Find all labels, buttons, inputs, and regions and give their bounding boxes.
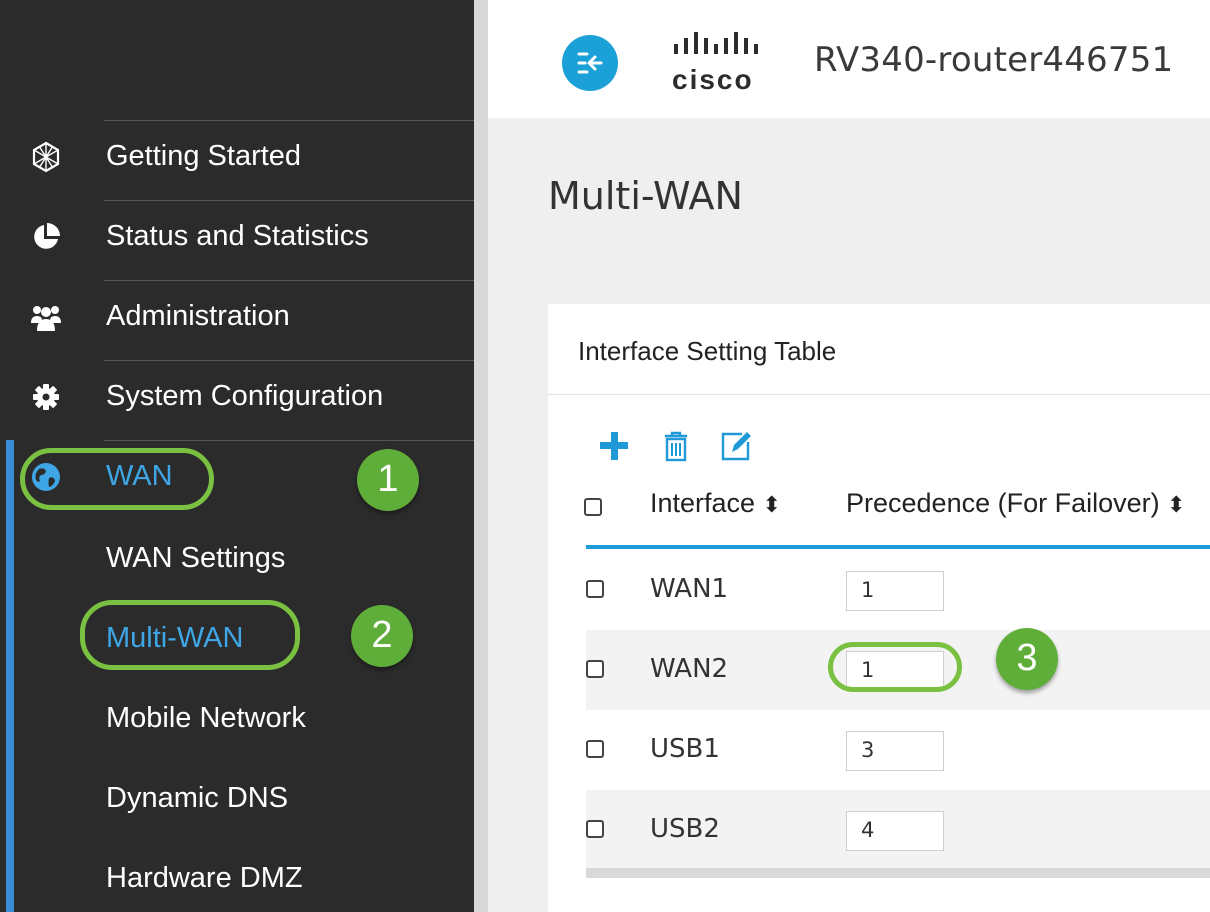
edit-icon[interactable] <box>718 428 754 464</box>
column-label: Interface <box>650 488 756 518</box>
sort-icon[interactable]: ⬍ <box>763 493 781 518</box>
page-title: Multi-WAN <box>548 174 743 218</box>
sidebar-item-label: Administration <box>106 300 290 332</box>
sort-icon[interactable]: ⬍ <box>1167 493 1185 518</box>
column-header-precedence[interactable]: Precedence (For Failover) ⬍ <box>846 488 1186 519</box>
row-interface: USB1 <box>650 734 720 764</box>
sidebar-subitem-mobile-network[interactable]: Mobile Network <box>106 702 306 735</box>
collapse-arrow-icon <box>577 52 603 74</box>
sidebar-item-system-configuration[interactable]: System Configuration <box>0 370 474 426</box>
table-bottom-bar <box>586 868 1210 878</box>
sidebar-item-label: Status and Statistics <box>106 220 369 252</box>
sidebar-scrollbar[interactable] <box>474 0 488 912</box>
highlight-ring-wan2-precedence <box>828 642 962 692</box>
sidebar-item-label: Getting Started <box>106 140 302 172</box>
highlight-ring-wan <box>20 448 214 510</box>
table-row: USB1 3 <box>586 710 1210 790</box>
gear-icon <box>33 384 59 410</box>
sidebar-divider <box>104 360 474 361</box>
row-checkbox[interactable] <box>586 580 604 598</box>
table-row: USB2 4 <box>586 790 1210 870</box>
column-header-interface[interactable]: Interface ⬍ <box>650 488 781 519</box>
row-checkbox[interactable] <box>586 660 604 678</box>
trash-icon[interactable] <box>658 428 694 464</box>
collapse-menu-button[interactable] <box>562 35 618 91</box>
sidebar-divider <box>104 280 474 281</box>
globe-mesh-icon <box>32 141 60 173</box>
column-label: Precedence (For Failover) <box>846 488 1160 518</box>
card-title: Interface Setting Table <box>578 336 837 366</box>
users-icon <box>31 306 61 331</box>
row-interface: WAN1 <box>650 574 729 604</box>
table-header-rule <box>586 545 1210 549</box>
row-interface: WAN2 <box>650 654 729 684</box>
sidebar-subitem-wan-settings[interactable]: WAN Settings <box>106 542 285 575</box>
card-divider <box>548 394 1210 395</box>
sidebar-divider <box>104 120 474 121</box>
table-row: WAN1 1 <box>586 550 1210 630</box>
step-badge-3: 3 <box>996 628 1058 690</box>
step-badge-2: 2 <box>351 605 413 667</box>
sidebar-subitem-dynamic-dns[interactable]: Dynamic DNS <box>106 782 288 815</box>
row-interface: USB2 <box>650 814 720 844</box>
cisco-logo: cisco <box>666 30 776 100</box>
sidebar-item-administration[interactable]: Administration <box>0 290 474 346</box>
add-icon[interactable] <box>596 428 632 464</box>
device-name: RV340-router446751 <box>814 40 1174 80</box>
sidebar-item-label: System Configuration <box>106 380 384 412</box>
precedence-input[interactable]: 1 <box>846 571 944 611</box>
interface-setting-card: Interface Setting Table Interface ⬍ Prec… <box>548 304 1210 912</box>
row-checkbox[interactable] <box>586 740 604 758</box>
sidebar-divider <box>104 440 474 441</box>
cisco-bars-icon <box>674 32 758 54</box>
sidebar: Getting Started Status and Statistics Ad… <box>0 0 474 912</box>
sidebar-subitem-hardware-dmz[interactable]: Hardware DMZ <box>106 862 303 895</box>
precedence-input[interactable]: 3 <box>846 731 944 771</box>
sidebar-item-status-statistics[interactable]: Status and Statistics <box>0 210 474 266</box>
pie-chart-icon <box>34 223 60 249</box>
highlight-ring-multi-wan <box>80 600 300 670</box>
precedence-input[interactable]: 4 <box>846 811 944 851</box>
top-header: cisco RV340-router446751 <box>488 0 1210 118</box>
sidebar-divider <box>104 200 474 201</box>
row-checkbox[interactable] <box>586 820 604 838</box>
select-all-checkbox[interactable] <box>584 498 602 516</box>
cisco-wordmark: cisco <box>672 64 754 95</box>
active-section-indicator <box>6 440 14 912</box>
sidebar-item-getting-started[interactable]: Getting Started <box>0 130 474 186</box>
step-badge-1: 1 <box>357 449 419 511</box>
